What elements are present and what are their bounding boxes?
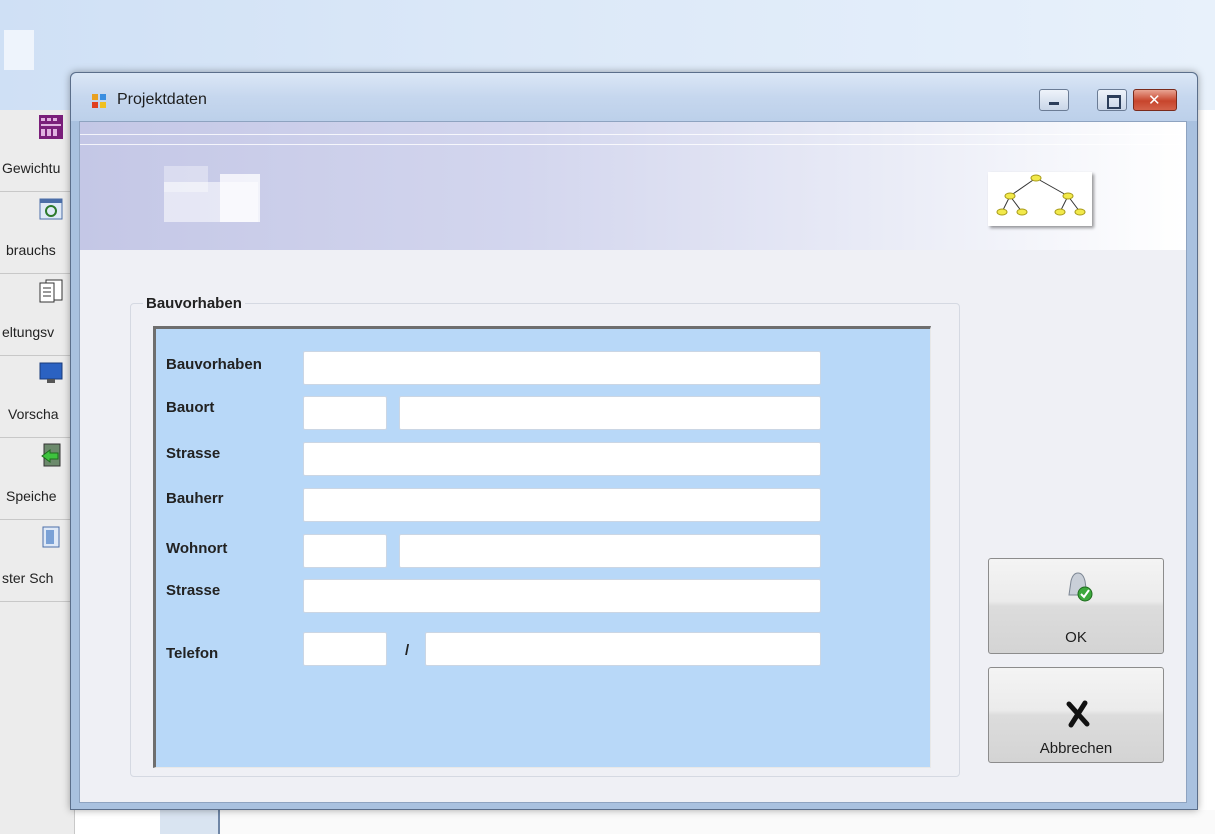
bell-check-icon: [1068, 572, 1093, 602]
label-wohnort: Wohnort: [166, 540, 228, 557]
sidebar-item-label: ster Sch: [2, 570, 54, 586]
sidebar-item-speichern[interactable]: Speiche: [0, 438, 75, 520]
dialog-titlebar[interactable]: Projektdaten: [71, 73, 1197, 121]
refresh-icon: [39, 198, 63, 220]
cancel-button-label: Abbrechen: [1039, 740, 1113, 757]
tree-diagram-icon: [988, 172, 1092, 226]
background-content-strip: [220, 810, 1215, 834]
background-sidebar: Gewichtu brauchs eltungsv Vorscha Speich…: [0, 110, 75, 834]
maximize-button[interactable]: [1097, 89, 1127, 111]
sidebar-item-fenster-schliessen[interactable]: ster Sch: [0, 520, 75, 602]
close-x-icon: [1066, 700, 1090, 728]
ok-button-label: OK: [1065, 629, 1087, 646]
bauort-plz-input[interactable]: [303, 396, 387, 430]
strasse-input[interactable]: [303, 442, 821, 476]
telefon-separator: /: [405, 642, 410, 659]
bauvorhaben-input[interactable]: [303, 351, 821, 385]
wohnort-plz-input[interactable]: [303, 534, 387, 568]
label-strasse: Strasse: [166, 445, 221, 462]
label-bauherr: Bauherr: [166, 490, 224, 507]
label-bauort: Bauort: [166, 399, 215, 416]
background-ghost-block: [4, 30, 34, 70]
label-strasse-bauherr: Strasse: [166, 582, 221, 599]
sidebar-item-vorschau[interactable]: Vorscha: [0, 356, 75, 438]
form-panel: Bauvorhaben Bauort Strasse Bauherr Wohno…: [153, 326, 931, 768]
grid-icon: [39, 115, 63, 139]
wohnort-ort-input[interactable]: [399, 534, 821, 568]
sidebar-item-label: eltungsv: [2, 324, 55, 340]
dialog-client-area: Bauvorhaben Bauvorhaben Bauort Strasse B…: [79, 121, 1187, 803]
label-telefon: Telefon: [166, 645, 219, 662]
save-arrow-icon: [41, 443, 61, 467]
sidebar-item-verbrauchs[interactable]: brauchs: [0, 192, 75, 274]
banner-block: [220, 174, 260, 222]
bauort-ort-input[interactable]: [399, 396, 821, 430]
sidebar-item-label: Gewichtu: [2, 160, 61, 176]
sidebar-item-geltungs[interactable]: eltungsv: [0, 274, 75, 356]
dialog-title: Projektdaten: [117, 91, 207, 108]
document-icon: [39, 279, 63, 303]
door-icon: [42, 526, 60, 548]
telefon-vorwahl-input[interactable]: [303, 632, 387, 666]
cancel-button[interactable]: Abbrechen: [988, 667, 1164, 763]
header-banner: [80, 122, 1186, 250]
groupbox-title: Bauvorhaben: [143, 295, 245, 312]
close-button[interactable]: [1133, 89, 1177, 111]
bauherr-input[interactable]: [303, 488, 821, 522]
sidebar-item-gewichtung[interactable]: Gewichtu: [0, 110, 75, 192]
strasse-bauherr-input[interactable]: [303, 579, 821, 613]
telefon-nummer-input[interactable]: [425, 632, 821, 666]
app-icon: [92, 94, 106, 108]
banner-stripe: [80, 134, 1186, 135]
monitor-icon: [39, 362, 63, 383]
projektdaten-dialog: Projektdaten ✕ Bauvorhaben Bauvorhaben B…: [70, 72, 1198, 810]
ok-button[interactable]: OK: [988, 558, 1164, 654]
minimize-button[interactable]: [1039, 89, 1069, 111]
background-tab-strip: [160, 810, 220, 834]
label-bauvorhaben: Bauvorhaben: [166, 356, 262, 373]
banner-stripe: [80, 144, 1186, 145]
bauvorhaben-groupbox: Bauvorhaben Bauvorhaben Bauort Strasse B…: [130, 295, 960, 777]
